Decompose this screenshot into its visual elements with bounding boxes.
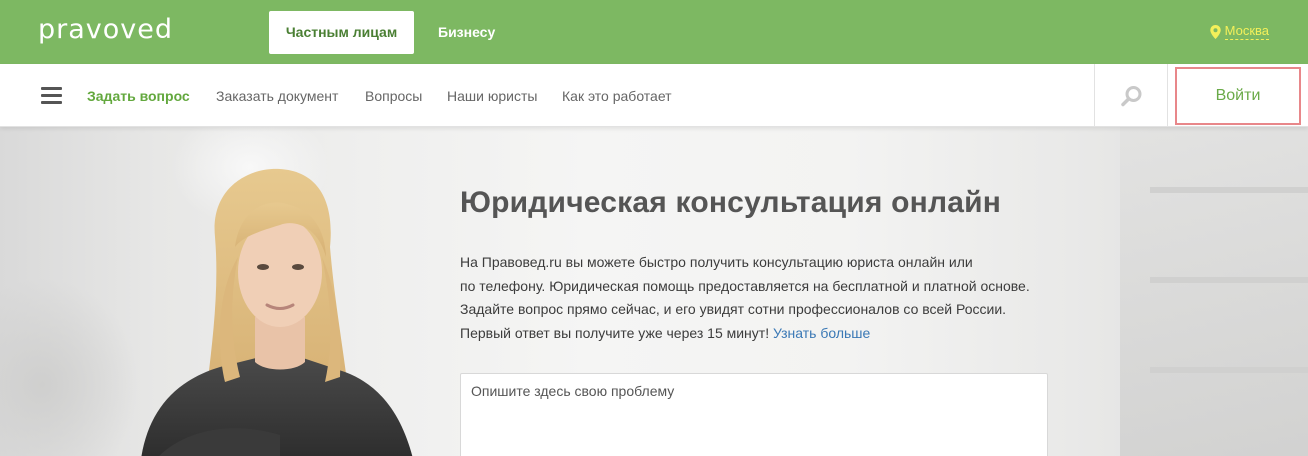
hero-text-line: Задайте вопрос прямо сейчас, и его увидя… [460,301,1007,317]
nav-ask-question[interactable]: Задать вопрос [87,88,190,104]
city-selector[interactable]: Москва [1209,23,1269,40]
nav-questions[interactable]: Вопросы [365,88,422,104]
page-title: Юридическая консультация онлайн [460,186,1002,219]
map-pin-icon [1209,24,1221,39]
hero-description: На Правовед.ru вы можете быстро получить… [460,251,1080,345]
search-button[interactable] [1094,64,1168,127]
login-button[interactable]: Войти [1175,67,1301,125]
logo[interactable]: pravoved [38,14,173,45]
hero-text-line: Первый ответ вы получите уже через 15 ми… [460,322,1080,346]
hero-section: Юридическая консультация онлайн На Право… [0,127,1308,456]
hero-text-line-last: Первый ответ вы получите уже через 15 ми… [460,324,770,341]
top-bar: pravoved Частным лицам Бизнесу Москва [0,0,1308,64]
question-input[interactable] [460,373,1048,456]
main-nav: Задать вопрос Заказать документ Вопросы … [0,64,1308,127]
city-name: Москва [1224,23,1269,40]
nav-order-document[interactable]: Заказать документ [216,88,338,104]
nav-how-it-works[interactable]: Как это работает [562,88,672,104]
lawyer-portrait-image [141,168,413,456]
hero-text-line: по телефону. Юридическая помощь предоста… [460,277,1030,294]
hero-text-line: На Правовед.ru вы можете быстро получить… [460,254,973,270]
hamburger-menu-icon[interactable] [41,87,62,104]
learn-more-link[interactable]: Узнать больше [773,325,870,341]
login-label: Войти [1215,87,1261,104]
tab-business[interactable]: Бизнесу [422,11,511,54]
search-icon [1121,86,1142,107]
tab-private-persons[interactable]: Частным лицам [269,11,414,54]
nav-our-lawyers[interactable]: Наши юристы [447,88,537,104]
background-shelves [1120,127,1308,456]
